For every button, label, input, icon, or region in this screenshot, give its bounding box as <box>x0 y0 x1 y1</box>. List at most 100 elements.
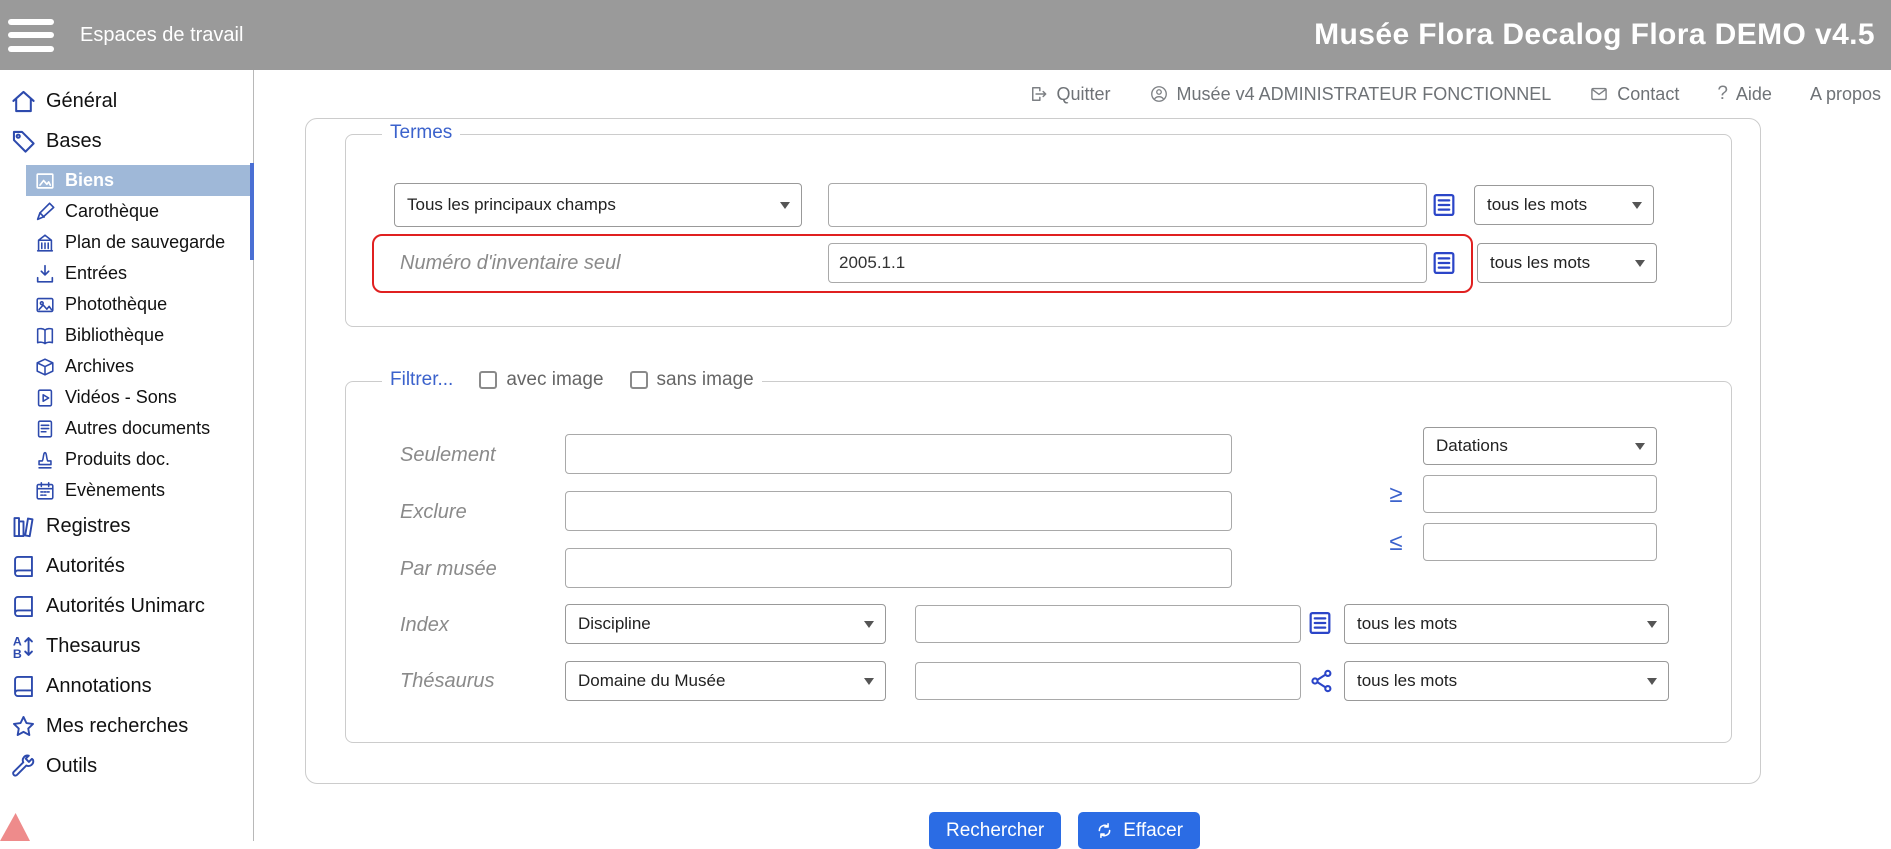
index-label: Index <box>400 614 449 637</box>
sidebar-item-videos-sons[interactable]: Vidéos - Sons <box>0 382 253 413</box>
sidebar-item-plan-de-sauvegarde[interactable]: Plan de sauvegarde <box>0 227 253 258</box>
artwork-icon <box>34 170 56 192</box>
inventory-number-input[interactable] <box>828 243 1427 283</box>
quit-label: Quitter <box>1057 84 1111 105</box>
thesaurus-mode-select[interactable]: tous les mots <box>1344 661 1669 701</box>
main-term-input[interactable] <box>828 183 1427 227</box>
sidebar-item-autres-documents[interactable]: Autres documents <box>0 413 253 444</box>
envelope-icon <box>1589 84 1609 104</box>
index-field-select[interactable]: Discipline <box>565 604 886 644</box>
sidebar-item-thesaurus[interactable]: AB Thesaurus <box>0 626 253 666</box>
contact-button[interactable]: Contact <box>1589 84 1679 105</box>
tag-icon <box>10 128 37 155</box>
about-button[interactable]: A propos <box>1810 84 1881 105</box>
search-form-panel: Termes Tous les principaux champs tous l… <box>305 118 1761 784</box>
thesaurus-label: Thésaurus <box>400 670 495 693</box>
exclure-input[interactable] <box>565 491 1232 531</box>
sidebar-item-autorites[interactable]: Autorités <box>0 546 253 586</box>
hamburger-menu-icon[interactable] <box>8 19 54 52</box>
without-image-option[interactable]: sans image <box>630 369 754 391</box>
user-icon <box>1149 84 1169 104</box>
archive-box-icon <box>34 356 56 378</box>
without-image-checkbox[interactable] <box>630 371 648 389</box>
sidebar-item-label: Archives <box>65 356 134 377</box>
sidebar-item-biens[interactable]: Biens <box>26 165 253 196</box>
sidebar-item-label: Evènements <box>65 480 165 501</box>
chevron-down-icon <box>864 621 874 628</box>
list-picker-icon[interactable] <box>1306 609 1334 637</box>
less-equal-operator[interactable]: ≤ <box>1376 529 1416 557</box>
media-doc-icon <box>34 387 56 409</box>
datation-to-input[interactable] <box>1423 523 1657 561</box>
seulement-input[interactable] <box>565 434 1232 474</box>
search-button-label: Rechercher <box>946 820 1044 842</box>
stamp-icon <box>34 449 56 471</box>
inventory-mode-select[interactable]: tous les mots <box>1477 243 1657 283</box>
chevron-down-icon <box>1632 202 1642 209</box>
sort-letters-icon: AB <box>10 633 37 660</box>
main-mode-select[interactable]: tous les mots <box>1474 185 1654 225</box>
book-icon <box>10 673 37 700</box>
sidebar-item-mes-recherches[interactable]: Mes recherches <box>0 706 253 746</box>
main-field-select[interactable]: Tous les principaux champs <box>394 183 802 227</box>
sidebar-item-label: Autres documents <box>65 418 210 439</box>
sidebar-item-label: Entrées <box>65 263 127 284</box>
greater-equal-operator[interactable]: ≥ <box>1376 481 1416 509</box>
registers-icon <box>10 513 37 540</box>
download-icon <box>34 263 56 285</box>
par-musee-input[interactable] <box>565 548 1232 588</box>
filter-legend: Filtrer... <box>390 369 453 391</box>
svg-text:B: B <box>13 646 22 659</box>
sidebar-item-bases[interactable]: Bases <box>0 121 253 161</box>
sidebar-item-label: Mes recherches <box>46 715 188 738</box>
list-picker-icon[interactable] <box>1430 191 1458 219</box>
sidebar-item-outils[interactable]: Outils <box>0 746 253 786</box>
main-mode-select-value: tous les mots <box>1487 195 1587 215</box>
termes-fieldset: Termes Tous les principaux champs tous l… <box>345 134 1732 327</box>
search-button[interactable]: Rechercher <box>929 812 1061 849</box>
share-graph-icon[interactable] <box>1308 667 1336 695</box>
thesaurus-field-select[interactable]: Domaine du Musée <box>565 661 886 701</box>
sidebar-item-label: Général <box>46 90 117 113</box>
help-button[interactable]: ? Aide <box>1717 83 1772 105</box>
index-input[interactable] <box>915 605 1301 643</box>
sidebar-item-general[interactable]: Général <box>0 81 253 121</box>
par-musee-label: Par musée <box>400 558 497 581</box>
sidebar-item-label: Bases <box>46 130 102 153</box>
sidebar-item-phototheque[interactable]: Photothèque <box>0 289 253 320</box>
app-title: Musée Flora Decalog Flora DEMO v4.5 <box>1314 18 1875 52</box>
sidebar-item-label: Plan de sauvegarde <box>65 232 225 253</box>
quit-button[interactable]: Quitter <box>1029 84 1111 105</box>
with-image-option[interactable]: avec image <box>479 369 603 391</box>
sidebar-item-archives[interactable]: Archives <box>0 351 253 382</box>
sidebar-item-registres[interactable]: Registres <box>0 506 253 546</box>
exclure-label: Exclure <box>400 501 467 524</box>
clear-button[interactable]: Effacer <box>1078 812 1200 849</box>
index-mode-select-value: tous les mots <box>1357 614 1457 634</box>
sidebar-item-autorites-unimarc[interactable]: Autorités Unimarc <box>0 586 253 626</box>
sidebar-item-entrees[interactable]: Entrées <box>0 258 253 289</box>
datations-select[interactable]: Datations <box>1423 427 1657 465</box>
list-picker-icon[interactable] <box>1430 249 1458 277</box>
user-menu[interactable]: Musée v4 ADMINISTRATEUR FONCTIONNEL <box>1149 84 1552 105</box>
chevron-down-icon <box>780 202 790 209</box>
sidebar-item-annotations[interactable]: Annotations <box>0 666 253 706</box>
with-image-checkbox[interactable] <box>479 371 497 389</box>
sidebar-item-bibliotheque[interactable]: Bibliothèque <box>0 320 253 351</box>
datation-from-input[interactable] <box>1423 475 1657 513</box>
chevron-down-icon <box>1647 678 1657 685</box>
thesaurus-input[interactable] <box>915 662 1301 700</box>
logout-icon <box>1029 84 1049 104</box>
sidebar-item-carotheque[interactable]: Carothèque <box>0 196 253 227</box>
index-mode-select[interactable]: tous les mots <box>1344 604 1669 644</box>
refresh-icon <box>1095 821 1114 840</box>
document-icon <box>34 418 56 440</box>
thesaurus-field-select-value: Domaine du Musée <box>578 671 725 691</box>
sidebar-item-evenements[interactable]: Evènements <box>0 475 253 506</box>
inventory-row-label: Numéro d'inventaire seul <box>400 252 621 275</box>
sidebar-item-produits-doc[interactable]: Produits doc. <box>0 444 253 475</box>
home-icon <box>10 88 37 115</box>
sidebar-scrollbar-thumb[interactable] <box>250 163 254 260</box>
building-icon <box>34 232 56 254</box>
inventory-mode-select-value: tous les mots <box>1490 253 1590 273</box>
